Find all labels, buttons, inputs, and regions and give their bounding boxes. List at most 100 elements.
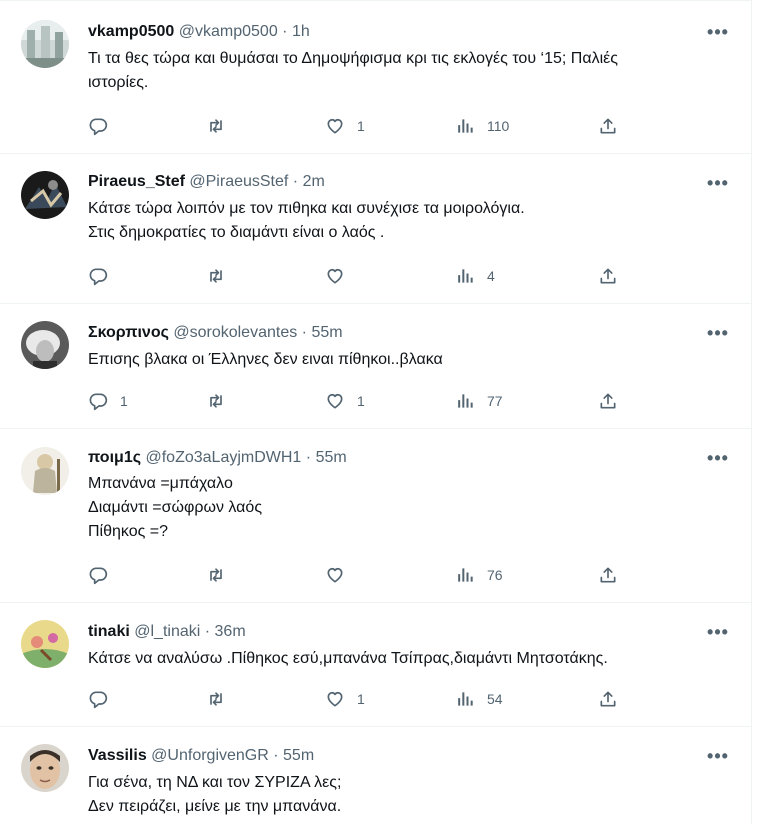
retweet-icon bbox=[210, 568, 222, 582]
tweet-text-line: Πίθηκος =? bbox=[88, 523, 169, 540]
like-count: 1 bbox=[357, 118, 365, 134]
tweet-text-line: Για σένα, τη ΝΔ και τον ΣΥΡΙΖΑ λες; bbox=[88, 774, 342, 791]
tweet-text-line: Διαμάντι =σώφρων λαός bbox=[88, 499, 263, 516]
like-icon bbox=[327, 567, 343, 583]
timestamp[interactable]: 55m bbox=[316, 449, 347, 466]
views-icon bbox=[458, 119, 473, 133]
action-bar: 1 1 77 bbox=[0, 389, 752, 413]
author-handle[interactable]: @vkamp0500 bbox=[179, 23, 278, 40]
views-button[interactable]: 76 bbox=[455, 563, 503, 587]
like-icon bbox=[327, 393, 343, 409]
tweet-text-line: Κάτσε τώρα λοιπόν με τον πιθηκα και συνέ… bbox=[88, 200, 525, 217]
like-count: 1 bbox=[357, 393, 365, 409]
author-name[interactable]: Piraeus_Stef bbox=[88, 173, 185, 190]
tweet-text: Μπανάνα =μπάχαλο Διαμάντι =σώφρων λαός Π… bbox=[88, 472, 728, 544]
reply-icon bbox=[89, 691, 108, 709]
tweet-header: vkamp0500 @vkamp0500 · 1h bbox=[88, 21, 722, 43]
author-handle[interactable]: @PiraeusStef bbox=[189, 173, 288, 190]
share-button[interactable] bbox=[598, 687, 618, 711]
retweet-icon bbox=[210, 394, 222, 408]
avatar[interactable] bbox=[21, 447, 69, 495]
tweet-header: Σκορπινος @sorokolevantes · 55m bbox=[88, 322, 722, 344]
tweet[interactable]: Vassilis @UnforgivenGR · 55m ••• Για σέν… bbox=[0, 727, 752, 824]
avatar[interactable] bbox=[21, 744, 69, 792]
avatar[interactable] bbox=[21, 171, 69, 219]
author-handle[interactable]: @sorokolevantes bbox=[173, 324, 297, 341]
like-button[interactable]: 1 bbox=[325, 114, 365, 138]
timestamp[interactable]: 55m bbox=[311, 324, 342, 341]
views-button[interactable]: 4 bbox=[455, 264, 495, 288]
share-button[interactable] bbox=[598, 389, 618, 413]
like-button[interactable] bbox=[325, 563, 357, 587]
reply-count: 1 bbox=[120, 393, 128, 409]
reply-button[interactable] bbox=[88, 687, 120, 711]
views-button[interactable]: 77 bbox=[455, 389, 503, 413]
like-button[interactable]: 1 bbox=[325, 389, 365, 413]
tweet[interactable]: Σκορπινος @sorokolevantes · 55m ••• Επισ… bbox=[0, 304, 752, 429]
reply-button[interactable] bbox=[88, 264, 120, 288]
tweet-text-line: Επισης βλακα οι Έλληνες δεν ειναι πίθηκο… bbox=[88, 351, 443, 368]
timestamp[interactable]: 2m bbox=[303, 173, 325, 190]
tweet-text: Τι τα θες τώρα και θυμάσαι το Δημοψήφισμ… bbox=[88, 47, 728, 95]
views-button[interactable]: 110 bbox=[455, 114, 509, 138]
avatar[interactable] bbox=[21, 321, 69, 369]
timestamp[interactable]: 55m bbox=[283, 747, 314, 764]
views-count: 54 bbox=[487, 691, 503, 707]
author-name[interactable]: tinaki bbox=[88, 623, 130, 640]
separator-dot: · bbox=[273, 747, 279, 764]
share-button[interactable] bbox=[598, 563, 618, 587]
views-icon bbox=[458, 269, 473, 283]
avatar[interactable] bbox=[21, 620, 69, 668]
share-icon bbox=[600, 393, 616, 409]
retweet-button[interactable] bbox=[206, 389, 238, 413]
more-icon[interactable]: ••• bbox=[706, 622, 730, 642]
reply-button[interactable]: 1 bbox=[88, 389, 128, 413]
like-icon bbox=[327, 691, 343, 707]
reply-button[interactable] bbox=[88, 563, 120, 587]
retweet-button[interactable] bbox=[206, 563, 238, 587]
avatar[interactable] bbox=[21, 20, 69, 68]
author-handle[interactable]: @l_tinaki bbox=[134, 623, 200, 640]
reply-button[interactable] bbox=[88, 114, 120, 138]
author-name[interactable]: ποιμ1ς bbox=[88, 449, 141, 466]
tweet-header: tinaki @l_tinaki · 36m bbox=[88, 621, 722, 643]
separator-dot: · bbox=[282, 23, 288, 40]
like-icon bbox=[327, 118, 343, 134]
more-icon[interactable]: ••• bbox=[706, 746, 730, 766]
retweet-button[interactable] bbox=[206, 114, 238, 138]
more-icon[interactable]: ••• bbox=[706, 22, 730, 42]
tweet[interactable]: tinaki @l_tinaki · 36m ••• Κάτσε να αναλ… bbox=[0, 603, 752, 727]
retweet-icon bbox=[210, 692, 222, 706]
tweet-text: Επισης βλακα οι Έλληνες δεν ειναι πίθηκο… bbox=[88, 348, 728, 372]
views-icon bbox=[458, 692, 473, 706]
share-button[interactable] bbox=[598, 264, 618, 288]
timestamp[interactable]: 1h bbox=[292, 23, 310, 40]
tweet[interactable]: vkamp0500 @vkamp0500 · 1h ••• Τι τα θες … bbox=[0, 0, 752, 154]
like-button[interactable] bbox=[325, 264, 357, 288]
like-button[interactable]: 1 bbox=[325, 687, 365, 711]
author-handle[interactable]: @UnforgivenGR bbox=[151, 747, 269, 764]
tweet-text-line: Δεν πειράζει, μείνε με την μπανάνα. bbox=[88, 798, 342, 815]
views-button[interactable]: 54 bbox=[455, 687, 503, 711]
tweet-text: Κάτσε να αναλύσω .Πίθηκος εσύ,μπανάνα Τσ… bbox=[88, 647, 728, 671]
retweet-button[interactable] bbox=[206, 264, 238, 288]
tweet[interactable]: ποιμ1ς @foZo3aLayjmDWH1 · 55m ••• Μπανάν… bbox=[0, 429, 752, 603]
more-icon[interactable]: ••• bbox=[706, 448, 730, 468]
retweet-icon bbox=[210, 269, 222, 283]
more-icon[interactable]: ••• bbox=[706, 323, 730, 343]
share-icon bbox=[600, 268, 616, 284]
tweet[interactable]: Piraeus_Stef @PiraeusStef · 2m ••• Κάτσε… bbox=[0, 154, 752, 304]
author-name[interactable]: vkamp0500 bbox=[88, 23, 174, 40]
tweet-feed: vkamp0500 @vkamp0500 · 1h ••• Τι τα θες … bbox=[0, 0, 752, 824]
more-icon[interactable]: ••• bbox=[706, 173, 730, 193]
separator-dot: · bbox=[305, 449, 312, 466]
reply-icon bbox=[89, 268, 108, 286]
author-name[interactable]: Vassilis bbox=[88, 747, 147, 764]
tweet-text-line: Κάτσε να αναλύσω .Πίθηκος εσύ,μπανάνα Τσ… bbox=[88, 650, 608, 667]
share-button[interactable] bbox=[598, 114, 618, 138]
action-bar: 1 110 bbox=[0, 114, 752, 138]
retweet-button[interactable] bbox=[206, 687, 238, 711]
author-name[interactable]: Σκορπινος bbox=[88, 324, 169, 341]
author-handle[interactable]: @foZo3aLayjmDWH1 bbox=[145, 449, 301, 466]
timestamp[interactable]: 36m bbox=[215, 623, 246, 640]
